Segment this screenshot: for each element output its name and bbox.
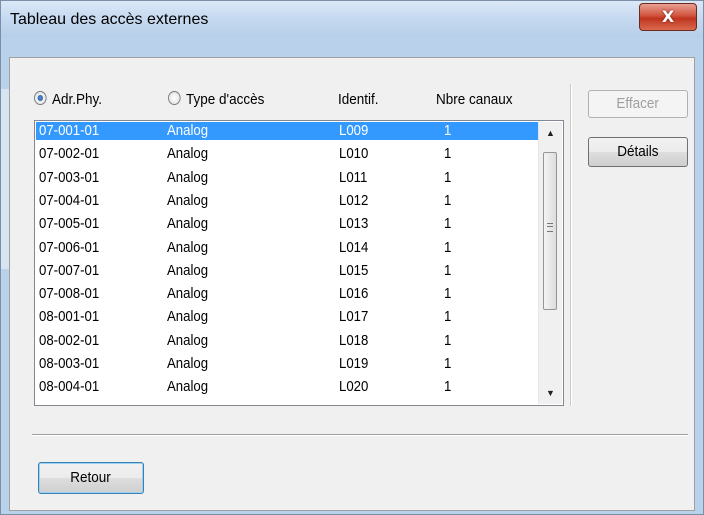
radio-type-acces[interactable]: Type d'accès [168,91,264,108]
cell-nbre-canaux: 1 [444,145,452,163]
list-item[interactable]: 07-006-01 Analog L014 1 [36,239,539,257]
cell-identif: L011 [339,168,368,186]
access-list[interactable]: 07-001-01 Analog L009 1 07-002-01 Analog L010 1… [34,120,564,406]
dialog-window: Tableau des accès externes X Adr.Phy. Ty… [0,0,704,515]
cell-nbre-canaux: 1 [444,285,452,303]
cell-type-acces: Analog [167,238,209,256]
cell-adr-phy: 07-001-01 [39,122,100,139]
list-item[interactable]: 07-001-01 Analog L009 1 [36,122,539,140]
cell-nbre-canaux: 1 [444,331,452,349]
cell-type-acces: Analog [167,215,209,233]
cell-type-acces: Analog [167,378,209,396]
cell-adr-phy: 08-001-01 [39,308,100,326]
scroll-down-arrow-icon[interactable]: ▼ [539,384,562,402]
cell-identif: L012 [339,191,369,209]
list-item[interactable]: 07-002-01 Analog L010 1 [36,145,539,163]
cell-nbre-canaux: 1 [444,378,452,396]
cell-identif: L013 [339,215,369,233]
radio-type-acces-indicator[interactable] [168,91,181,105]
cell-nbre-canaux: 1 [444,238,452,256]
effacer-button[interactable]: Effacer [588,90,688,118]
list-item[interactable]: 08-004-01 Analog L020 1 [36,378,539,396]
list-item[interactable]: 07-005-01 Analog L013 1 [36,215,539,233]
cell-adr-phy: 08-004-01 [39,378,100,396]
radio-adr-phy[interactable]: Adr.Phy. [34,91,102,108]
cell-type-acces: Analog [167,308,209,326]
cell-nbre-canaux: 1 [444,355,452,372]
cell-nbre-canaux: 1 [444,215,452,233]
cell-adr-phy: 08-002-01 [39,331,100,349]
cell-nbre-canaux: 1 [444,191,452,209]
retour-button-label: Retour [70,469,112,486]
cell-nbre-canaux: 1 [444,122,452,139]
cell-type-acces: Analog [167,355,209,372]
cell-identif: L019 [339,355,369,372]
cell-adr-phy: 07-008-01 [39,285,100,303]
cell-identif: L009 [339,122,369,139]
cell-identif: L020 [339,378,369,396]
cell-identif: L016 [339,285,369,303]
list-item[interactable]: 08-002-01 Analog L018 1 [36,332,539,350]
cell-type-acces: Analog [167,261,209,279]
window-title: Tableau des accès externes [10,11,209,28]
cell-nbre-canaux: 1 [444,308,452,326]
title-bar[interactable]: Tableau des accès externes X [1,1,703,37]
cell-identif: L017 [339,308,369,326]
scrollbar-thumb[interactable] [543,152,557,310]
cell-nbre-canaux: 1 [444,168,452,186]
cell-identif: L010 [339,145,369,163]
vertical-divider [570,84,572,406]
cell-adr-phy: 08-003-01 [39,355,100,372]
list-item[interactable]: 07-004-01 Analog L012 1 [36,192,539,210]
effacer-button-label: Effacer [616,95,660,112]
cell-adr-phy: 07-003-01 [39,168,100,186]
list-item[interactable]: 08-001-01 Analog L017 1 [36,308,539,326]
cell-adr-phy: 07-006-01 [39,238,100,256]
cell-type-acces: Analog [167,168,209,186]
radio-type-acces-label: Type d'accès [186,91,265,108]
cell-type-acces: Analog [167,191,209,209]
column-header-nbre-canaux: Nbre canaux [436,91,513,108]
cell-adr-phy: 07-002-01 [39,145,100,163]
close-button[interactable]: X [639,3,697,31]
scroll-up-arrow-icon[interactable]: ▲ [539,124,562,142]
cell-adr-phy: 07-004-01 [39,191,100,209]
cell-type-acces: Analog [167,145,209,163]
radio-adr-phy-indicator[interactable] [34,91,47,105]
cell-type-acces: Analog [167,122,209,139]
radio-adr-phy-label: Adr.Phy. [52,91,103,108]
list-item[interactable]: 08-003-01 Analog L019 1 [36,355,539,373]
retour-button[interactable]: Retour [38,462,144,494]
cell-nbre-canaux: 1 [444,261,452,279]
dialog-client-area: Adr.Phy. Type d'accès Identif. Nbre cana… [9,57,695,511]
cell-identif: L014 [339,238,369,256]
horizontal-divider [32,434,688,436]
cell-identif: L015 [339,261,369,279]
scrollbar-grip-icon [547,223,553,232]
cell-adr-phy: 07-005-01 [39,215,100,233]
cell-adr-phy: 07-007-01 [39,261,100,279]
details-button-label: Détails [617,143,659,160]
close-icon: X [661,7,675,26]
column-header-identif: Identif. [338,91,379,108]
window-left-edge [1,89,9,269]
cell-type-acces: Analog [167,285,209,303]
vertical-scrollbar[interactable]: ▲ ▼ [538,122,562,404]
list-item[interactable]: 07-003-01 Analog L011 1 [36,169,539,187]
cell-identif: L018 [339,331,369,349]
cell-type-acces: Analog [167,331,209,349]
list-item[interactable]: 07-007-01 Analog L015 1 [36,262,539,280]
details-button[interactable]: Détails [588,137,688,167]
list-item[interactable]: 07-008-01 Analog L016 1 [36,285,539,303]
